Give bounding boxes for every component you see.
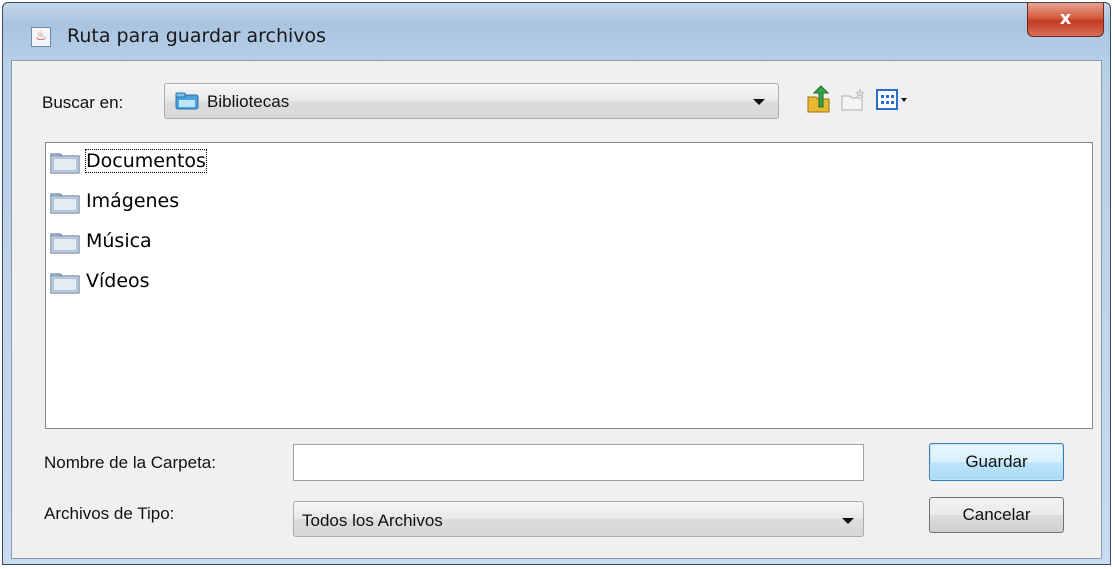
folder-icon bbox=[50, 273, 80, 294]
dialog-body: Buscar en: Bibliotecas Documentos Imágen… bbox=[11, 60, 1102, 559]
cancel-button[interactable]: Cancelar bbox=[929, 497, 1064, 533]
file-type-value: Todos los Archivos bbox=[302, 511, 443, 530]
chevron-down-icon[interactable] bbox=[842, 518, 854, 524]
lookin-label: Buscar en: bbox=[42, 93, 124, 112]
folder-icon bbox=[50, 153, 80, 174]
list-item[interactable]: Imágenes bbox=[50, 185, 236, 219]
folder-name-label: Nombre de la Carpeta: bbox=[44, 453, 216, 472]
java-icon: ♨ bbox=[31, 27, 51, 47]
file-name: Vídeos bbox=[86, 270, 150, 292]
folder-icon bbox=[50, 193, 80, 214]
file-name: Documentos bbox=[85, 149, 207, 173]
lookin-value: Bibliotecas bbox=[207, 92, 290, 111]
file-name: Imágenes bbox=[86, 190, 180, 212]
list-item[interactable]: Música bbox=[50, 225, 236, 259]
file-list[interactable]: Documentos Imágenes Música Vídeos bbox=[45, 142, 1093, 429]
lookin-combo[interactable]: Bibliotecas bbox=[164, 83, 779, 119]
library-icon bbox=[175, 92, 199, 110]
file-type-label: Archivos de Tipo: bbox=[44, 504, 175, 523]
list-item[interactable]: Documentos bbox=[50, 145, 236, 179]
window-title: Ruta para guardar archivos bbox=[67, 25, 327, 47]
file-type-combo[interactable]: Todos los Archivos bbox=[293, 501, 864, 537]
chevron-down-icon[interactable] bbox=[753, 99, 765, 105]
list-item[interactable]: Vídeos bbox=[50, 265, 236, 299]
folder-name-input[interactable] bbox=[293, 444, 864, 481]
save-dialog-window: ♨ Ruta para guardar archivos x Buscar en… bbox=[2, 2, 1111, 565]
new-folder-icon[interactable] bbox=[840, 87, 868, 113]
up-folder-icon[interactable] bbox=[805, 85, 833, 115]
list-view-icon[interactable] bbox=[876, 88, 912, 112]
close-button[interactable]: x bbox=[1027, 3, 1104, 37]
folder-icon bbox=[50, 233, 80, 254]
save-button[interactable]: Guardar bbox=[929, 443, 1064, 481]
file-name: Música bbox=[86, 230, 152, 252]
